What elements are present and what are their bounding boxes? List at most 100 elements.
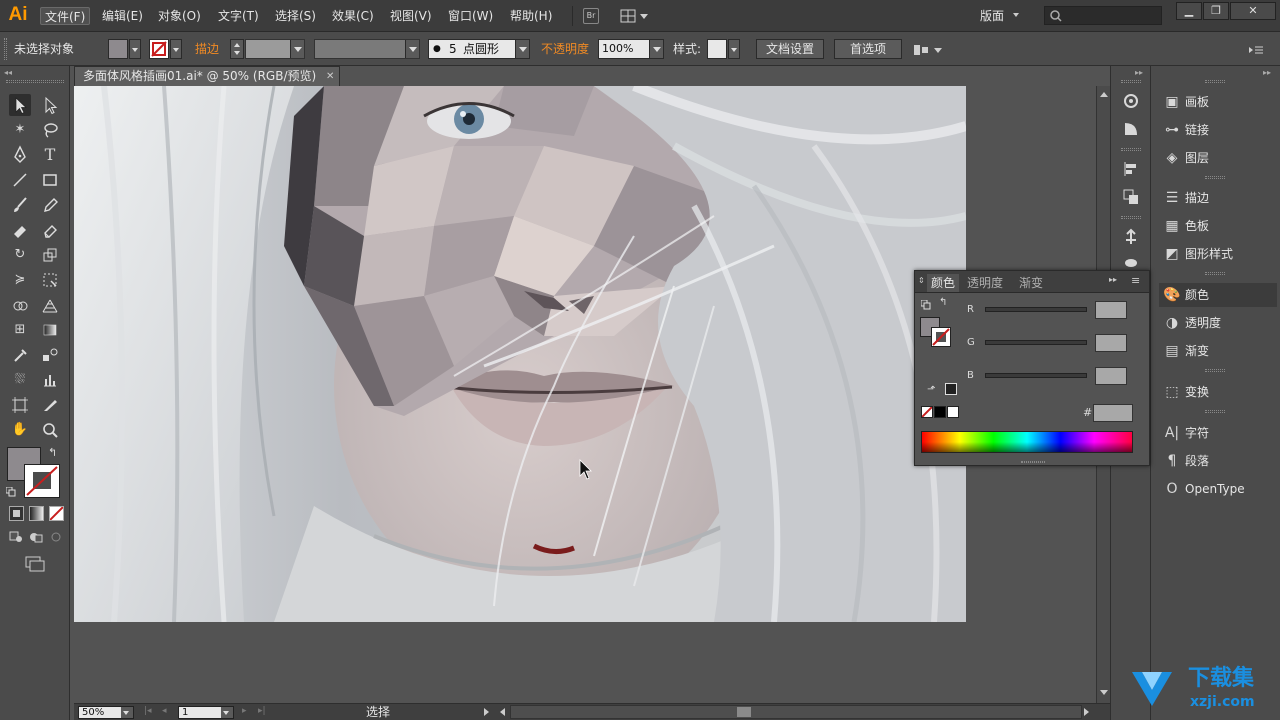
blend-tool-icon[interactable] <box>39 344 61 366</box>
workspace-chevron-down-icon[interactable] <box>1013 13 1019 17</box>
color-spectrum[interactable] <box>921 431 1133 453</box>
artwork-image[interactable] <box>74 86 966 622</box>
magic-wand-tool-icon[interactable]: ✶ <box>9 119 31 141</box>
current-tool-status[interactable]: 选择 <box>366 705 390 719</box>
direct-selection-tool-icon[interactable] <box>39 94 61 116</box>
stroke-weight-stepper[interactable] <box>230 39 244 59</box>
panel-item-character[interactable]: A| 字符 <box>1159 421 1277 445</box>
eraser-tool-icon[interactable] <box>39 219 61 241</box>
variable-width-profile[interactable] <box>314 39 420 59</box>
shape-builder-tool-icon[interactable] <box>9 294 31 316</box>
menu-window[interactable]: 窗口(W) <box>444 7 497 25</box>
brushes-icon[interactable] <box>1122 256 1140 267</box>
rectangle-tool-icon[interactable] <box>39 169 61 191</box>
mesh-tool-icon[interactable]: ⊞ <box>9 319 31 341</box>
last-artboard-icon[interactable]: ▸| <box>258 706 266 716</box>
tab-gradient[interactable]: 渐变 <box>1015 274 1047 292</box>
menu-help[interactable]: 帮助(H) <box>506 7 556 25</box>
strip-grip[interactable] <box>1121 80 1141 83</box>
horizontal-scrollbar[interactable] <box>510 705 1082 719</box>
align-icon[interactable] <box>1122 160 1140 178</box>
default-colors-icon[interactable] <box>920 299 931 310</box>
pencil-tool-icon[interactable] <box>39 194 61 216</box>
swap-colors-icon[interactable]: ↰ <box>939 297 947 308</box>
panel-item-stroke[interactable]: ☰ 描边 <box>1159 186 1277 210</box>
preferences-button[interactable]: 首选项 <box>834 39 902 59</box>
panel-grip-2[interactable] <box>1205 176 1225 179</box>
graphic-style-dropdown[interactable] <box>728 39 740 59</box>
eyedropper-tool-icon[interactable] <box>9 344 31 366</box>
stroke-label[interactable]: 描边 <box>195 41 219 57</box>
strip-grip-3[interactable] <box>1121 216 1141 219</box>
panel-grip-4[interactable] <box>1205 369 1225 372</box>
panel-item-color[interactable]: 🎨 颜色 <box>1159 283 1277 307</box>
symbol-sprayer-tool-icon[interactable]: ⛆ <box>9 369 31 391</box>
artboard-number-select[interactable]: 1 <box>178 706 234 719</box>
opacity-label[interactable]: 不透明度 <box>541 41 589 57</box>
navigator-icon[interactable] <box>1122 120 1140 138</box>
black-color-swatch[interactable] <box>934 406 946 418</box>
stroke-weight-input[interactable] <box>245 39 305 59</box>
hex-value-input[interactable] <box>1093 404 1133 422</box>
close-button[interactable]: ✕ <box>1230 2 1276 20</box>
none-mode-icon[interactable] <box>49 506 64 521</box>
green-slider[interactable] <box>985 340 1087 345</box>
gradient-mode-icon[interactable] <box>29 506 44 521</box>
stroke-color-swatch[interactable] <box>24 464 60 498</box>
web-safe-color-icon[interactable] <box>945 383 957 395</box>
paintbrush-tool-icon[interactable] <box>9 194 31 216</box>
document-setup-button[interactable]: 文档设置 <box>756 39 824 59</box>
draw-inside-icon[interactable] <box>49 531 64 544</box>
perspective-grid-tool-icon[interactable] <box>39 294 61 316</box>
panel-grip-5[interactable] <box>1205 410 1225 413</box>
restore-button[interactable]: ❐ <box>1203 2 1229 20</box>
red-value-input[interactable] <box>1095 301 1127 319</box>
tab-color[interactable]: 颜色 <box>927 274 960 292</box>
gradient-tool-icon[interactable] <box>39 319 61 341</box>
scroll-right-icon[interactable] <box>1084 708 1089 716</box>
red-slider[interactable] <box>985 307 1087 312</box>
opacity-input[interactable]: 100% <box>598 39 664 59</box>
menu-object[interactable]: 对象(O) <box>154 7 205 25</box>
horizontal-scroll-thumb[interactable] <box>737 707 751 717</box>
column-graph-tool-icon[interactable] <box>39 369 61 391</box>
menu-edit[interactable]: 编辑(E) <box>98 7 147 25</box>
panel-item-artboards[interactable]: ▣ 画板 <box>1159 90 1277 114</box>
panel-grip[interactable] <box>1205 80 1225 83</box>
out-of-gamut-icon[interactable]: ⬏ <box>927 384 935 395</box>
panel-collapse-icon[interactable]: ▸▸ <box>1263 68 1271 77</box>
resize-grip[interactable] <box>1021 461 1045 463</box>
previous-artboard-icon[interactable]: ◂ <box>162 706 167 716</box>
control-panel-menu-icon[interactable] <box>1248 44 1264 54</box>
panel-menu-icon[interactable]: ≡ <box>1131 274 1140 287</box>
scroll-up-icon[interactable] <box>1100 92 1108 97</box>
collapse-toolbox-icon[interactable]: ◂◂ <box>4 69 12 77</box>
panel-item-swatches[interactable]: ▦ 色板 <box>1159 214 1277 238</box>
symbols-icon[interactable] <box>1122 228 1140 246</box>
fill-dropdown[interactable] <box>129 39 141 59</box>
panel-options-toggle-icon[interactable]: ⇕ <box>918 276 925 285</box>
panel-item-transform[interactable]: ⬚ 变换 <box>1159 380 1277 404</box>
blue-slider[interactable] <box>985 373 1087 378</box>
fill-swatch[interactable] <box>108 39 128 59</box>
width-tool-icon[interactable]: ≽ <box>9 269 31 291</box>
collapse-panel-icon[interactable]: ▸▸ <box>1109 275 1117 284</box>
scale-tool-icon[interactable] <box>39 244 61 266</box>
stroke-swatch[interactable] <box>149 39 169 59</box>
green-value-input[interactable] <box>1095 334 1127 352</box>
arrange-documents-icon[interactable] <box>620 8 650 24</box>
tab-transparency[interactable]: 透明度 <box>963 274 1007 292</box>
menu-type[interactable]: 文字(T) <box>214 7 263 25</box>
panel-grip-3[interactable] <box>1205 272 1225 275</box>
hand-tool-icon[interactable]: ✋ <box>9 419 31 441</box>
rotate-tool-icon[interactable]: ↻ <box>9 244 31 266</box>
menu-select[interactable]: 选择(S) <box>271 7 320 25</box>
brush-definition[interactable]: ● 5 点圆形 <box>428 39 530 59</box>
toolbox-grip[interactable] <box>6 80 64 83</box>
workspace-switcher[interactable]: 版面 <box>976 7 1008 25</box>
minimize-button[interactable]: ▁ <box>1176 2 1202 20</box>
close-document-icon[interactable]: ✕ <box>326 69 334 84</box>
pen-tool-icon[interactable] <box>9 144 31 166</box>
status-menu-icon[interactable] <box>484 708 489 716</box>
color-mode-icon[interactable] <box>9 506 24 521</box>
